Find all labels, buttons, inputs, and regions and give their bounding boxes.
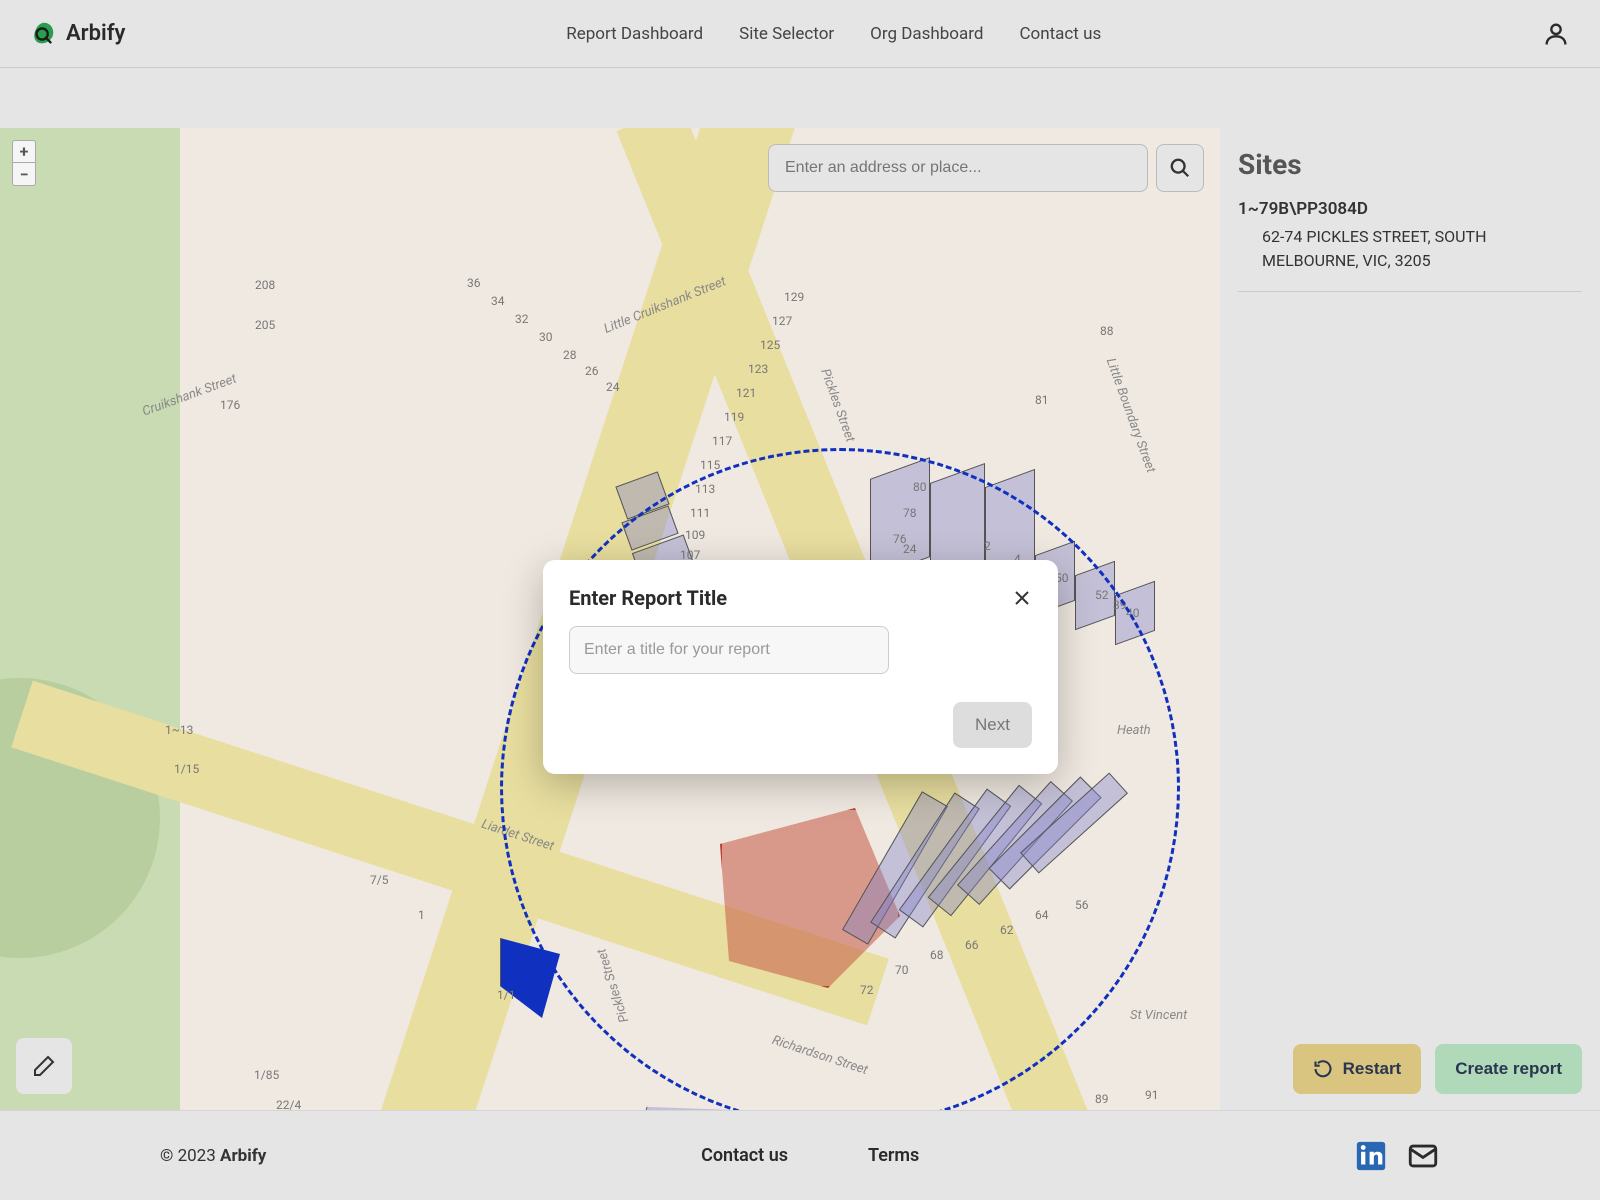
logo[interactable]: Arbify <box>30 20 125 48</box>
nav: Report Dashboard Site Selector Org Dashb… <box>125 24 1542 44</box>
search-input[interactable] <box>768 144 1148 192</box>
modal-header: Enter Report Title <box>569 586 1032 610</box>
footer-contact-link[interactable]: Contact us <box>701 1145 788 1166</box>
sidebar: Sites 1~79B\PP3084D 62-74 PICKLES STREET… <box>1220 128 1600 1110</box>
street-label: Heath <box>1117 723 1151 738</box>
parcel-number: 62 <box>1000 923 1014 937</box>
nav-org-dashboard[interactable]: Org Dashboard <box>870 24 983 44</box>
parcel-number: 1/1 <box>497 988 515 1002</box>
street-label: Little Boundary Street <box>1103 356 1158 475</box>
street-label: Pickles Street <box>594 947 632 1025</box>
parcel-number: 121 <box>736 386 756 400</box>
parcel-number: 30 <box>539 330 553 344</box>
parcel-number: 34 <box>491 294 505 308</box>
user-icon[interactable] <box>1542 20 1570 48</box>
modal-title: Enter Report Title <box>569 586 727 610</box>
footer: © 2023 Arbify Contact us Terms <box>0 1110 1600 1200</box>
parcel-number: 125 <box>760 338 780 352</box>
copyright: © 2023 Arbify <box>160 1146 266 1166</box>
parcel-number: 88 <box>1100 324 1114 338</box>
zoom-controls: + − <box>12 140 36 186</box>
parcel-number: 2 <box>984 539 991 553</box>
parcel-number: 1/85 <box>254 1068 279 1082</box>
sidebar-actions: Restart Create report <box>1238 1044 1582 1094</box>
parcel-number: 68 <box>930 948 944 962</box>
site-id[interactable]: 1~79B\PP3084D <box>1238 199 1582 219</box>
parcel-number: 52 <box>1095 588 1109 602</box>
footer-terms-link[interactable]: Terms <box>868 1145 919 1166</box>
nav-report-dashboard[interactable]: Report Dashboard <box>566 24 703 44</box>
parcel-number: 22/4 <box>276 1098 301 1110</box>
parcel-number: 24 <box>903 542 917 556</box>
parcel-number: 208 <box>255 278 275 292</box>
restart-button[interactable]: Restart <box>1293 1044 1422 1094</box>
parcel-number: 115 <box>700 458 720 472</box>
parcel-number: 111 <box>690 506 710 520</box>
logo-icon <box>30 20 58 48</box>
parcel-number: 70 <box>895 963 909 977</box>
parcel-number: 1 <box>418 908 425 922</box>
restart-label: Restart <box>1343 1059 1402 1079</box>
header: Arbify Report Dashboard Site Selector Or… <box>0 0 1600 68</box>
parcel-number: 39 <box>1113 598 1127 612</box>
parcel-number: 80 <box>913 480 927 494</box>
nav-contact-us[interactable]: Contact us <box>1019 24 1101 44</box>
parcel-number: 32 <box>515 312 529 326</box>
search-icon <box>1169 157 1191 179</box>
parcel-number: 85 <box>1060 1108 1074 1110</box>
parcel-number: 91 <box>1145 1088 1159 1102</box>
parcel-number: 24 <box>606 380 620 394</box>
parcel-number: 36 <box>467 276 481 290</box>
report-title-input[interactable] <box>569 626 889 674</box>
search-container <box>768 144 1204 192</box>
parcel-number: 72 <box>860 983 874 997</box>
parcel-number: 176 <box>220 398 240 412</box>
zoom-out-button[interactable]: − <box>13 163 35 185</box>
footer-nav: Contact us Terms <box>266 1145 1354 1166</box>
sidebar-title: Sites <box>1238 148 1582 181</box>
street-label: St Vincent <box>1130 1008 1187 1023</box>
nav-site-selector[interactable]: Site Selector <box>739 24 834 44</box>
parcel-number: 205 <box>255 318 275 332</box>
parcel-number: 66 <box>965 938 979 952</box>
modal-actions: Next <box>569 702 1032 748</box>
parcel-number: 64 <box>1035 908 1049 922</box>
search-button[interactable] <box>1156 144 1204 192</box>
close-icon <box>1014 590 1030 606</box>
parcel-number: 40 <box>1126 606 1140 620</box>
parcel[interactable] <box>628 1069 792 1110</box>
pencil-button[interactable] <box>16 1038 72 1094</box>
parcel-number: 56 <box>1075 898 1089 912</box>
parcel-number: 1/15 <box>174 762 199 776</box>
parcel-number: 89 <box>1095 1092 1109 1106</box>
pencil-icon <box>32 1054 56 1078</box>
parcel-number: 123 <box>748 362 768 376</box>
parcel-number: 28 <box>563 348 577 362</box>
parcel-number: 78 <box>903 506 917 520</box>
social <box>1354 1139 1440 1173</box>
street-label: Richardson Street <box>770 1033 869 1078</box>
parcel-number: 26 <box>585 364 599 378</box>
parcel-number: 7/5 <box>370 873 388 887</box>
parcel-number: 109 <box>685 528 705 542</box>
parcel-number: 129 <box>784 290 804 304</box>
parcel-number: 119 <box>724 410 744 424</box>
site-address: 62-74 PICKLES STREET, SOUTH MELBOURNE, V… <box>1238 225 1582 292</box>
street-label: Pickles Street <box>817 367 857 444</box>
mail-icon[interactable] <box>1406 1139 1440 1173</box>
create-label: Create report <box>1455 1059 1562 1079</box>
report-title-modal: Enter Report Title Next <box>543 560 1058 774</box>
parcel-number: 117 <box>712 434 732 448</box>
logo-text: Arbify <box>66 21 125 46</box>
zoom-in-button[interactable]: + <box>13 141 35 163</box>
close-button[interactable] <box>1012 588 1032 608</box>
parcel-number: 81 <box>1035 393 1049 407</box>
create-report-button[interactable]: Create report <box>1435 1044 1582 1094</box>
linkedin-icon[interactable] <box>1354 1139 1388 1173</box>
parcel-number: 113 <box>695 482 715 496</box>
restart-icon <box>1313 1059 1333 1079</box>
parcel-number: 1~13 <box>165 723 193 737</box>
next-button[interactable]: Next <box>953 702 1032 748</box>
parcel-number: 127 <box>772 314 792 328</box>
